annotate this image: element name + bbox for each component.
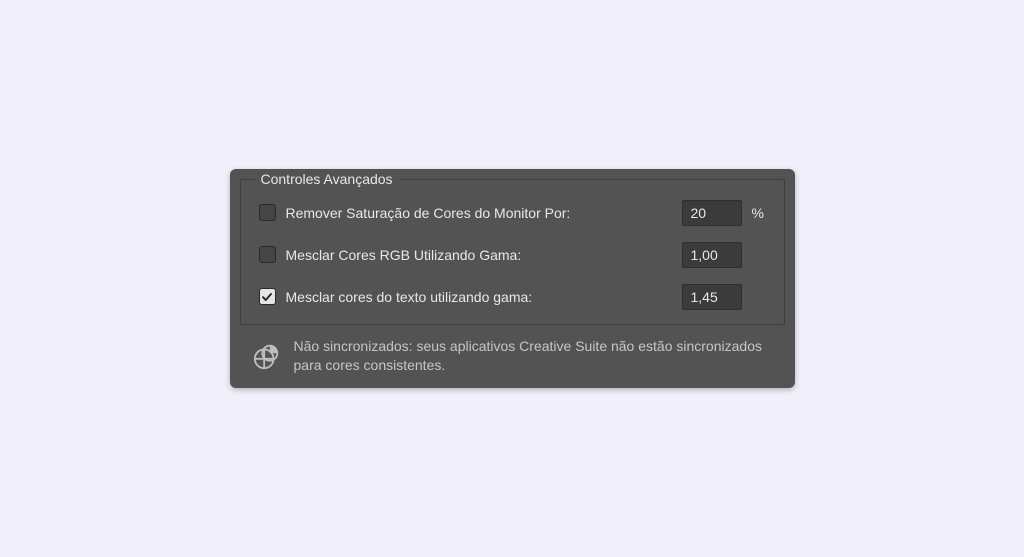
checkbox-blend-text[interactable] (259, 288, 276, 305)
input-blend-text-value[interactable] (682, 284, 742, 310)
checkbox-desaturate-monitor[interactable] (259, 204, 276, 221)
sync-status-text: Não sincronizados: seus aplicativos Crea… (294, 337, 773, 375)
input-blend-rgb-value[interactable] (682, 242, 742, 268)
label-blend-text: Mesclar cores do texto utilizando gama: (286, 289, 682, 305)
check-icon (261, 291, 273, 303)
label-desaturate-monitor: Remover Saturação de Cores do Monitor Po… (286, 205, 682, 221)
sync-status-icon (252, 341, 282, 371)
checkbox-blend-rgb[interactable] (259, 246, 276, 263)
label-blend-rgb: Mesclar Cores RGB Utilizando Gama: (286, 247, 682, 263)
sync-status-note: Não sincronizados: seus aplicativos Crea… (240, 325, 785, 379)
suffix-percent: % (752, 205, 766, 221)
fieldset-legend: Controles Avançados (255, 171, 399, 187)
input-desaturate-value[interactable] (682, 200, 742, 226)
advanced-controls-panel: Controles Avançados Remover Saturação de… (230, 169, 795, 389)
row-desaturate-monitor: Remover Saturação de Cores do Monitor Po… (259, 200, 766, 226)
row-blend-text: Mesclar cores do texto utilizando gama: (259, 284, 766, 310)
advanced-controls-fieldset: Controles Avançados Remover Saturação de… (240, 179, 785, 325)
row-blend-rgb: Mesclar Cores RGB Utilizando Gama: (259, 242, 766, 268)
